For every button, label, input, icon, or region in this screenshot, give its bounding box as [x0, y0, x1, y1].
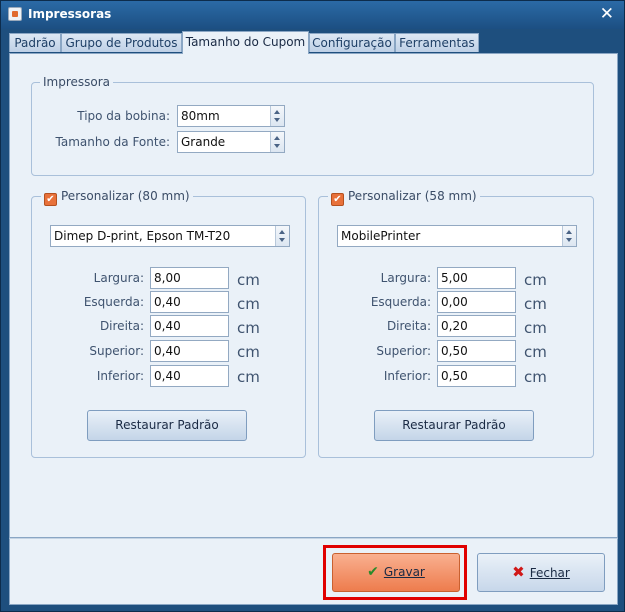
unit-cm: cm — [524, 368, 547, 386]
impressora-legend: Impressora — [40, 75, 114, 89]
app-icon — [8, 7, 22, 21]
inferior-80-input[interactable]: 0,40 — [150, 365, 229, 387]
unit-cm: cm — [237, 319, 260, 337]
unit-cm: cm — [524, 271, 547, 289]
x-icon: ✖ — [512, 563, 525, 581]
inferior-label: Inferior: — [96, 369, 144, 383]
personalizar-58-legend: ✔ Personalizar (58 mm) — [328, 189, 480, 206]
tab-padrao[interactable]: Padrão — [9, 33, 61, 52]
tamanho-fonte-value: Grande — [181, 135, 226, 149]
unit-cm: cm — [524, 319, 547, 337]
tab-configuracao[interactable]: Configuração — [309, 33, 395, 52]
superior-58-input[interactable]: 0,50 — [437, 340, 516, 362]
superior-label: Superior: — [376, 344, 431, 358]
restaurar-padrao-58-button[interactable]: Restaurar Padrão — [374, 410, 534, 441]
spin-icon[interactable] — [270, 132, 284, 152]
unit-cm: cm — [237, 271, 260, 289]
unit-cm: cm — [237, 343, 260, 361]
inferior-58-input[interactable]: 0,50 — [437, 365, 516, 387]
personalizar-58-checkbox[interactable]: ✔ — [331, 193, 344, 206]
unit-cm: cm — [237, 368, 260, 386]
close-button[interactable]: ✖ Fechar — [477, 553, 605, 592]
esquerda-58-input[interactable]: 0,00 — [437, 291, 516, 313]
personalizar-58-label: Personalizar (58 mm) — [348, 189, 477, 203]
tipo-bobina-select[interactable]: 80mm — [177, 105, 285, 127]
printers-window: Impressoras ✕ Padrão Grupo de Produtos T… — [0, 0, 625, 612]
printer-80-value: Dimep D-print, Epson TM-T20 — [54, 229, 231, 243]
unit-cm: cm — [524, 343, 547, 361]
direita-58-input[interactable]: 0,20 — [437, 315, 516, 337]
printer-58-select[interactable]: MobilePrinter — [337, 225, 577, 247]
unit-cm: cm — [524, 295, 547, 313]
superior-label: Superior: — [89, 344, 144, 358]
inferior-label: Inferior: — [383, 369, 431, 383]
largura-80-input[interactable]: 8,00 — [150, 267, 229, 289]
personalizar-58-group: ✔ Personalizar (58 mm) MobilePrinter Larg… — [318, 189, 594, 458]
tab-ferramentas[interactable]: Ferramentas — [395, 33, 479, 52]
personalizar-80-group: ✔ Personalizar (80 mm) Dimep D-print, Eps… — [31, 189, 306, 458]
unit-cm: cm — [237, 295, 260, 313]
tamanho-fonte-select[interactable]: Grande — [177, 131, 285, 153]
spin-icon[interactable] — [270, 106, 284, 126]
largura-label: Largura: — [380, 271, 431, 285]
direita-label: Direita: — [386, 319, 431, 333]
printer-58-value: MobilePrinter — [341, 229, 421, 243]
direita-80-input[interactable]: 0,40 — [150, 315, 229, 337]
tamanho-fonte-label: Tamanho da Fonte: — [55, 135, 170, 149]
check-icon: ✔ — [367, 564, 379, 580]
largura-label: Largura: — [93, 271, 144, 285]
largura-58-input[interactable]: 5,00 — [437, 267, 516, 289]
tab-grupo-de-produtos[interactable]: Grupo de Produtos — [61, 33, 182, 52]
save-button[interactable]: ✔ Gravar — [332, 553, 460, 592]
esquerda-80-input[interactable]: 0,40 — [150, 291, 229, 313]
superior-80-input[interactable]: 0,40 — [150, 340, 229, 362]
save-label: Gravar — [383, 565, 425, 579]
window-title: Impressoras — [28, 7, 112, 21]
title-bar[interactable]: Impressoras ✕ — [1, 1, 624, 29]
tipo-bobina-label: Tipo da bobina: — [77, 109, 170, 123]
esquerda-label: Esquerda: — [370, 295, 431, 309]
esquerda-label: Esquerda: — [83, 295, 144, 309]
personalizar-80-label: Personalizar (80 mm) — [61, 189, 190, 203]
personalizar-80-legend: ✔ Personalizar (80 mm) — [41, 189, 193, 206]
tab-tamanho-do-cupom[interactable]: Tamanho do Cupom — [182, 31, 309, 54]
close-icon[interactable]: ✕ — [600, 4, 614, 24]
direita-label: Direita: — [99, 319, 144, 333]
personalizar-80-checkbox[interactable]: ✔ — [44, 193, 57, 206]
printer-80-select[interactable]: Dimep D-print, Epson TM-T20 — [50, 225, 290, 247]
spin-icon[interactable] — [275, 226, 289, 246]
tab-panel: Impressora Tipo da bobina: 80mm Tamanho … — [9, 53, 618, 538]
restaurar-padrao-80-button[interactable]: Restaurar Padrão — [87, 410, 247, 441]
tipo-bobina-value: 80mm — [181, 109, 220, 123]
impressora-group: Impressora Tipo da bobina: 80mm Tamanho … — [31, 75, 594, 176]
close-label: Fechar — [529, 566, 570, 580]
spin-icon[interactable] — [562, 226, 576, 246]
